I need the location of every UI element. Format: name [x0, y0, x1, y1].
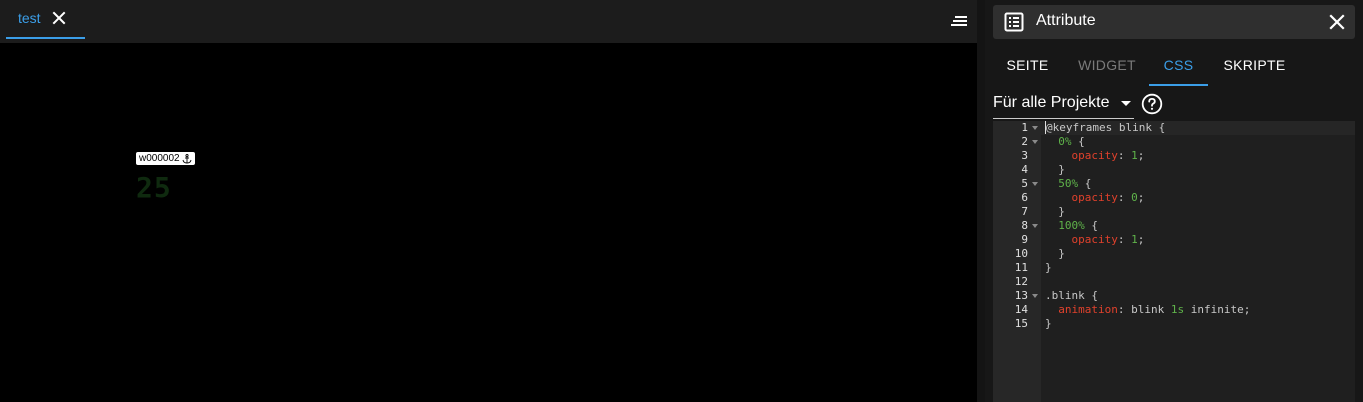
view-editor: test w000002 25: [0, 0, 982, 402]
line-number-text: 3: [1021, 149, 1028, 162]
tab-label: test: [18, 10, 41, 26]
fold-toggle-icon[interactable]: [1032, 182, 1038, 186]
panel-title: Attribute: [1036, 12, 1096, 29]
css-scope-row: Für alle Projekte: [993, 92, 1355, 120]
tab-seite[interactable]: SEITE: [993, 46, 1062, 86]
line-number-text: 4: [1021, 163, 1028, 176]
code-line[interactable]: animation: blink 1s infinite;: [1045, 303, 1250, 317]
line-number-text: 5: [1021, 177, 1028, 190]
css-code-editor[interactable]: 1 2 3 4 5 6 7 8 9 10 11 12 13 14 15 @keyframes blink {…: [993, 121, 1355, 402]
line-number-text: 6: [1021, 191, 1028, 204]
code-line[interactable]: 100% {: [1045, 219, 1098, 233]
tab-widget[interactable]: WIDGET: [1066, 46, 1148, 86]
tab-skripte[interactable]: SKRIPTE: [1212, 46, 1297, 86]
caret-down-icon: [1121, 101, 1131, 106]
widget-value-text[interactable]: 25: [136, 171, 172, 204]
attribute-panel: Attribute SEITE WIDGET CSS SKRIPTE Für a…: [985, 0, 1363, 402]
panel-splitter[interactable]: [977, 0, 985, 402]
code-line[interactable]: opacity: 1;: [1045, 149, 1145, 163]
line-number-text: 12: [1014, 275, 1028, 288]
line-number-text: 10: [1014, 247, 1028, 260]
code-line[interactable]: }: [1045, 163, 1065, 177]
line-number: 14: [993, 303, 1041, 317]
line-number: 11: [993, 261, 1041, 275]
fold-toggle-icon[interactable]: [1032, 294, 1038, 298]
anchor-icon: [182, 153, 192, 163]
line-number: 15: [993, 317, 1041, 331]
line-number: 6: [993, 191, 1041, 205]
line-number: 8: [993, 219, 1041, 233]
help-circle-icon[interactable]: [1141, 93, 1163, 115]
code-line[interactable]: .blink {: [1045, 289, 1098, 303]
close-icon[interactable]: [1328, 13, 1346, 31]
panel-header: Attribute: [993, 5, 1355, 39]
panel-tabs: SEITE WIDGET CSS SKRIPTE: [993, 46, 1355, 86]
code-line[interactable]: }: [1045, 205, 1065, 219]
line-number-text: 13: [1014, 289, 1028, 302]
code-line[interactable]: }: [1045, 261, 1052, 275]
menu-lines-icon[interactable]: [949, 14, 969, 30]
tab-css[interactable]: CSS: [1149, 46, 1208, 86]
line-number-text: 11: [1014, 261, 1028, 274]
line-number: 2: [993, 135, 1041, 149]
view-canvas[interactable]: w000002 25: [0, 43, 977, 402]
fold-toggle-icon[interactable]: [1032, 140, 1038, 144]
code-line[interactable]: 0% {: [1045, 135, 1085, 149]
line-number: 13: [993, 289, 1041, 303]
code-line[interactable]: }: [1045, 247, 1065, 261]
code-line[interactable]: }: [1045, 317, 1052, 331]
view-tab-bar: test: [0, 0, 977, 43]
widget-id-tag[interactable]: w000002: [136, 152, 195, 165]
css-scope-value: Für alle Projekte: [993, 94, 1110, 111]
line-number-text: 7: [1021, 205, 1028, 218]
line-number: 3: [993, 149, 1041, 163]
line-number: 12: [993, 275, 1041, 289]
fold-toggle-icon[interactable]: [1032, 126, 1038, 130]
line-number-text: 8: [1021, 219, 1028, 232]
code-line[interactable]: @keyframes blink {: [1045, 121, 1165, 135]
line-number-text: 9: [1021, 233, 1028, 246]
line-number: 10: [993, 247, 1041, 261]
close-icon[interactable]: [51, 10, 67, 26]
line-number-gutter: 1 2 3 4 5 6 7 8 9 10 11 12 13 14 15: [993, 121, 1041, 402]
code-line[interactable]: opacity: 0;: [1045, 191, 1145, 205]
tab-test[interactable]: test: [6, 0, 85, 39]
line-number: 9: [993, 233, 1041, 247]
css-scope-select[interactable]: Für alle Projekte: [993, 92, 1134, 119]
line-number-text: 2: [1021, 135, 1028, 148]
list-panel-icon: [1004, 12, 1024, 32]
widget-id-text: w000002: [139, 153, 180, 164]
line-number-text: 1: [1021, 121, 1028, 134]
line-number-text: 15: [1014, 317, 1028, 330]
line-number: 5: [993, 177, 1041, 191]
code-line[interactable]: 50% {: [1045, 177, 1091, 191]
code-line[interactable]: opacity: 1;: [1045, 233, 1145, 247]
line-number: 7: [993, 205, 1041, 219]
line-number: 1: [993, 121, 1041, 135]
line-number: 4: [993, 163, 1041, 177]
line-number-text: 14: [1014, 303, 1028, 316]
fold-toggle-icon[interactable]: [1032, 224, 1038, 228]
